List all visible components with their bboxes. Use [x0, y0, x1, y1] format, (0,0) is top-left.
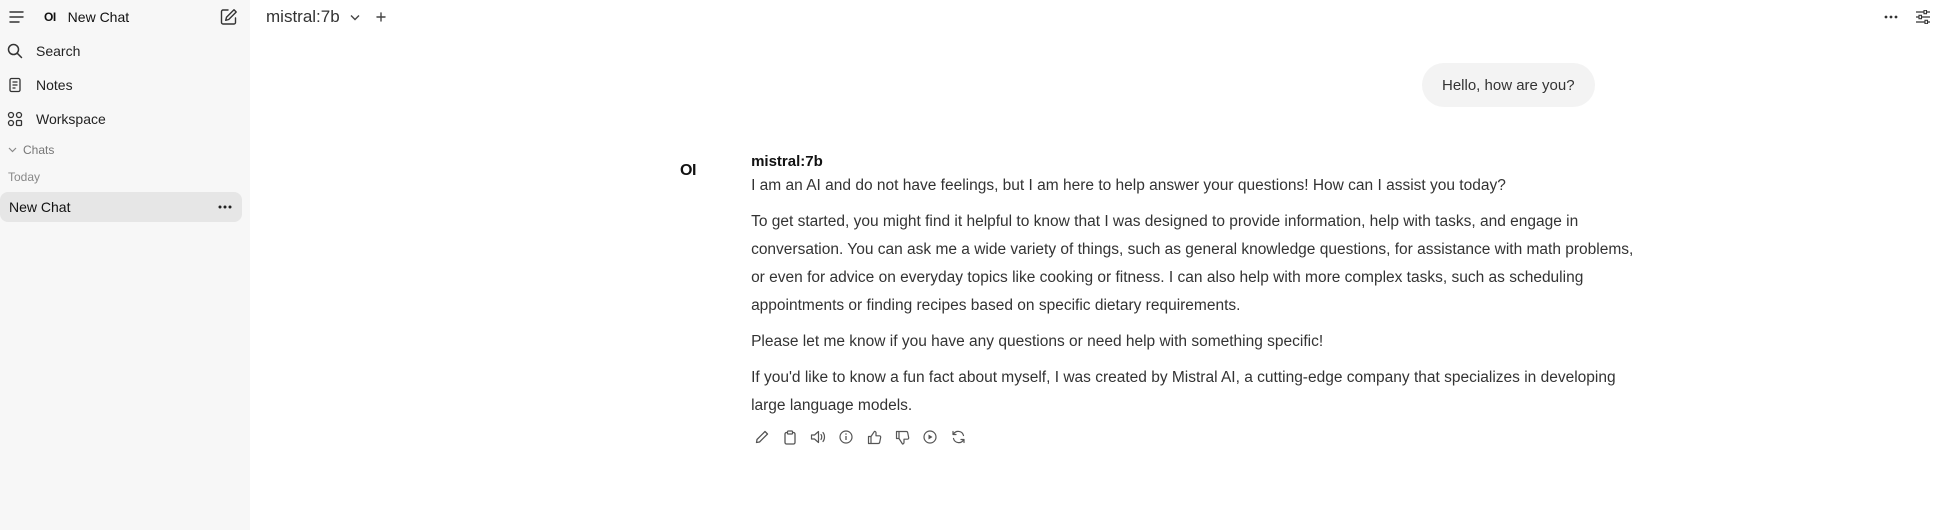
- message-paragraph: To get started, you might find it helpfu…: [751, 213, 1634, 314]
- workspace-icon: [4, 108, 26, 130]
- search-icon: [4, 40, 26, 62]
- message-actions: [751, 426, 1650, 448]
- message-paragraph: Please let me know if you have any quest…: [751, 333, 1324, 350]
- sidebar-item-label: Notes: [36, 77, 73, 93]
- chat-title: New Chat: [9, 199, 71, 215]
- sidebar-header: OI New Chat: [0, 0, 250, 34]
- menu-icon[interactable]: [6, 6, 28, 28]
- chats-section-toggle[interactable]: Chats: [0, 136, 250, 164]
- add-model-icon[interactable]: [375, 12, 386, 22]
- message-paragraph: If you'd like to know a fun fact about m…: [751, 369, 1616, 414]
- top-right-controls: [1880, 6, 1934, 28]
- notes-icon: [4, 74, 26, 96]
- copy-icon[interactable]: [779, 426, 801, 448]
- edit-icon[interactable]: [751, 426, 773, 448]
- regenerate-icon[interactable]: [947, 426, 969, 448]
- play-icon[interactable]: [919, 426, 941, 448]
- chat-main: mistral:7b Hello, how are you? OI mistra…: [250, 0, 1934, 530]
- date-group-label: Today: [8, 170, 41, 184]
- user-message: Hello, how are you?: [1422, 63, 1595, 107]
- sidebar-item-notes[interactable]: Notes: [0, 68, 250, 102]
- chevron-down-icon[interactable]: [350, 14, 360, 21]
- chat-list-item[interactable]: New Chat: [0, 192, 242, 222]
- sidebar-item-search[interactable]: Search: [0, 34, 250, 68]
- section-label: Chats: [23, 143, 55, 157]
- thumbs-up-icon[interactable]: [863, 426, 885, 448]
- message-paragraph: I am an AI and do not have feelings, but…: [751, 177, 1506, 194]
- assistant-avatar: OI: [680, 162, 696, 179]
- settings-sliders-icon[interactable]: [1912, 6, 1934, 28]
- app-window: OI New Chat Search Notes Workspace Chats…: [0, 0, 1934, 530]
- assistant-message-body: mistral:7b I am an AI and do not have fe…: [751, 152, 1650, 448]
- sidebar-item-label: Search: [36, 43, 81, 59]
- more-options-icon[interactable]: [1880, 6, 1902, 28]
- info-icon[interactable]: [835, 426, 857, 448]
- sidebar: OI New Chat Search Notes Workspace Chats…: [0, 0, 250, 530]
- speaker-icon[interactable]: [807, 426, 829, 448]
- assistant-model-name: mistral:7b: [751, 153, 823, 170]
- compose-icon[interactable]: [218, 6, 240, 28]
- sidebar-item-label: Workspace: [36, 111, 106, 127]
- new-chat-link[interactable]: New Chat: [68, 9, 218, 25]
- chevron-down-icon: [8, 147, 17, 153]
- model-selector[interactable]: mistral:7b: [266, 7, 340, 27]
- thumbs-down-icon[interactable]: [891, 426, 913, 448]
- more-options-icon[interactable]: [218, 205, 232, 209]
- assistant-message: OI mistral:7b I am an AI and do not have…: [670, 152, 1650, 448]
- app-logo: OI: [44, 10, 56, 24]
- top-bar: mistral:7b: [250, 0, 1934, 34]
- sidebar-item-workspace[interactable]: Workspace: [0, 102, 250, 136]
